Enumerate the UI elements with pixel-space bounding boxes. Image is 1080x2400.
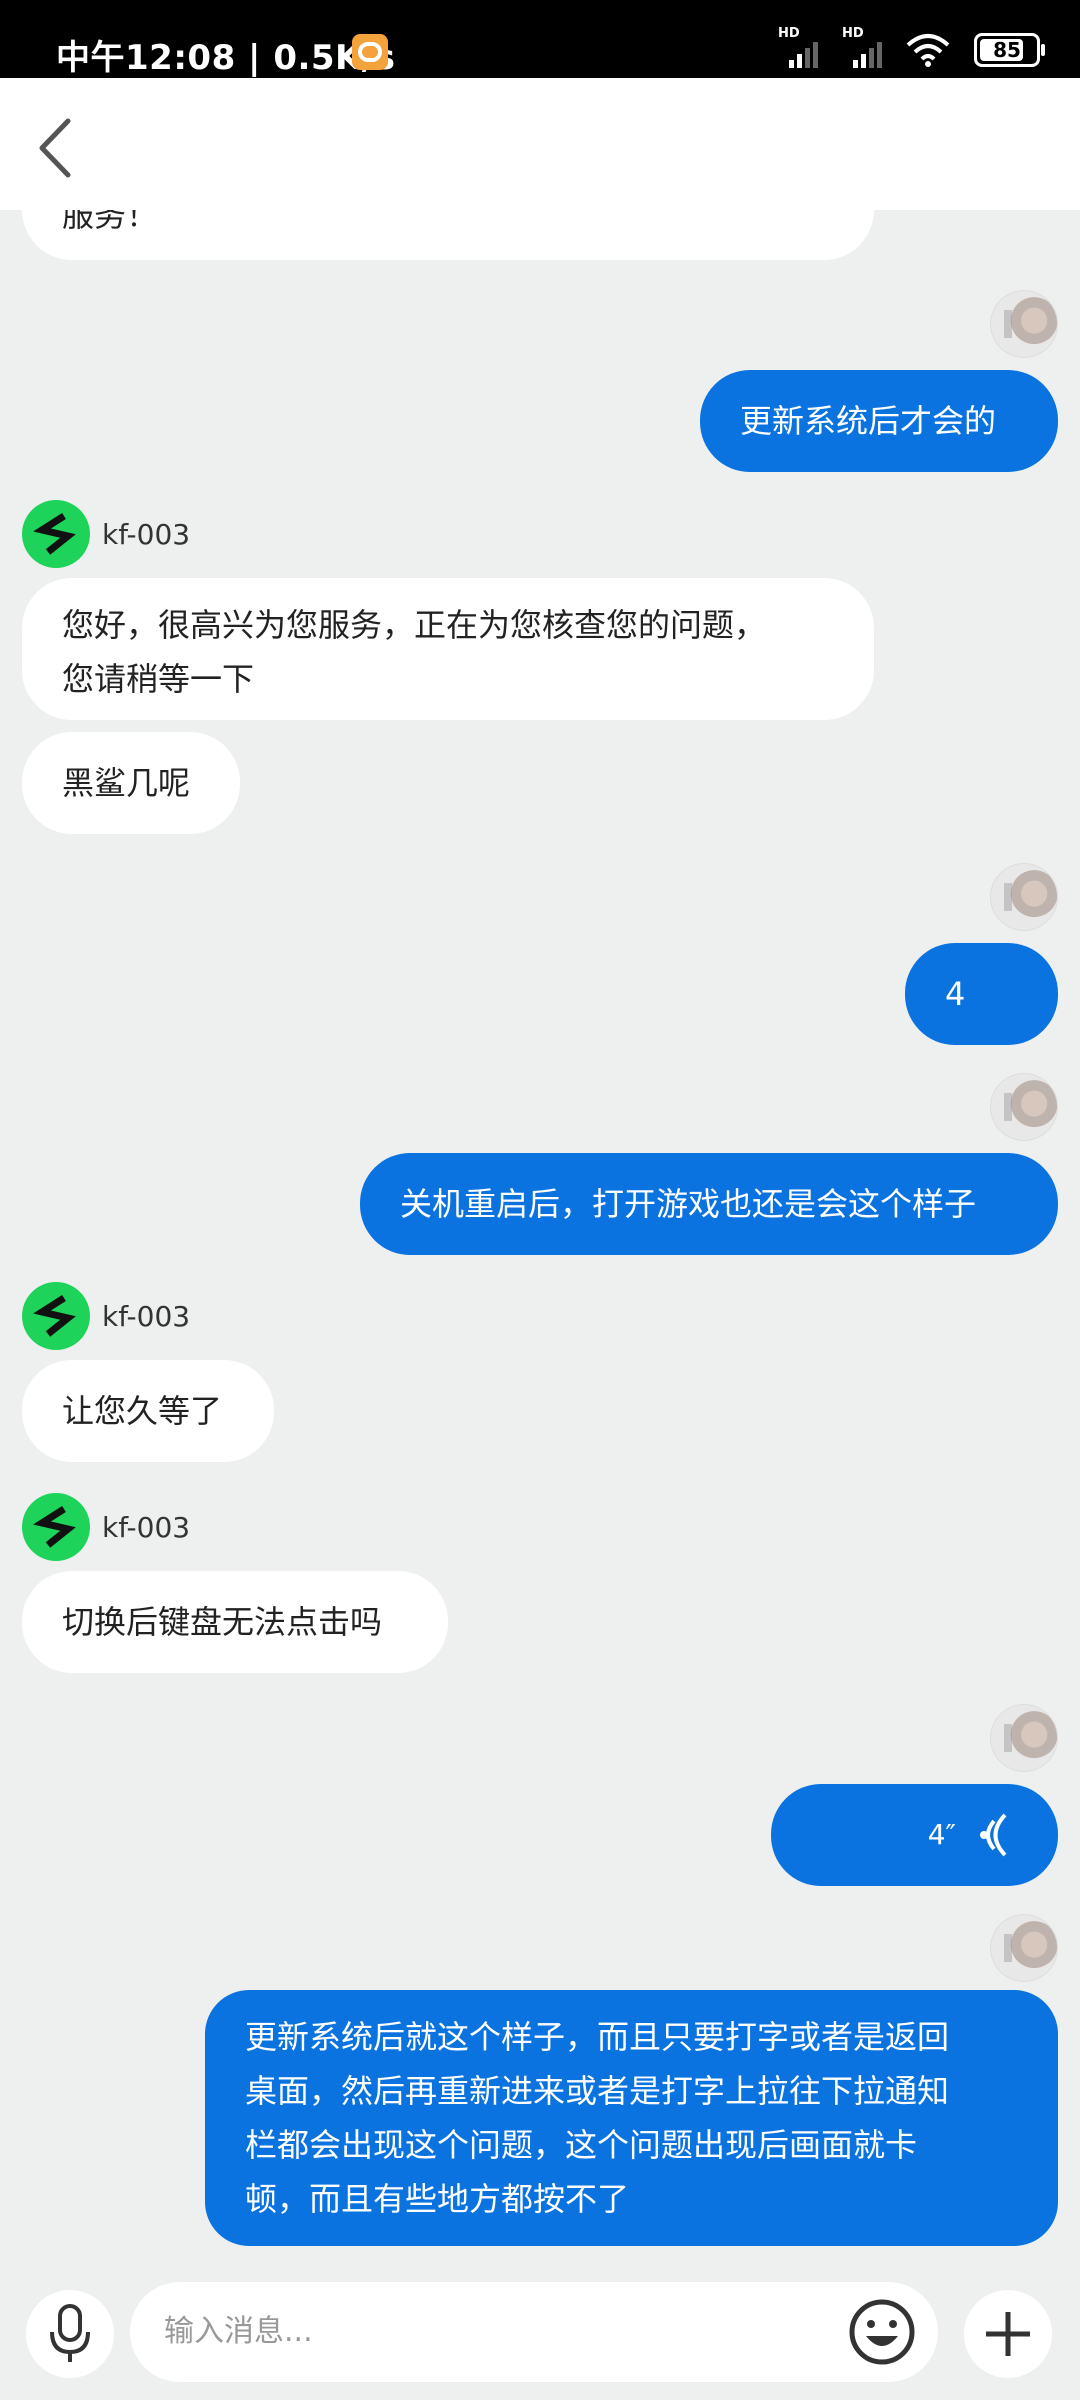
notification-app-icon [352, 34, 388, 70]
message-input[interactable]: 输入消息... [130, 2282, 938, 2382]
message-text: 更新系统后才会的 [740, 402, 997, 440]
message-text: 切换后键盘无法点击吗 [62, 1603, 383, 1641]
user-avatar[interactable] [990, 1073, 1058, 1141]
microphone-icon [50, 2304, 90, 2362]
status-bar: 中午12:08 | 0.5K/s HD HD 85 [0, 0, 1080, 78]
user-avatar[interactable] [990, 1914, 1058, 1982]
user-message: 更新系统后就这个样子，而且只要打字或者是返回 桌面，然后再重新进来或者是打字上拉… [205, 1990, 1058, 2246]
user-avatar[interactable] [990, 290, 1058, 358]
agent-avatar[interactable] [22, 1493, 90, 1561]
emoji-icon[interactable] [844, 2294, 920, 2370]
shark-logo-icon [33, 1295, 76, 1337]
wifi-icon [906, 34, 950, 67]
battery-icon: 85 [974, 33, 1045, 67]
voice-input-button[interactable] [26, 2290, 114, 2378]
voice-wave-icon [980, 1813, 1007, 1857]
message-text: 更新系统后就这个样子，而且只要打字或者是返回 桌面，然后再重新进来或者是打字上拉… [245, 2018, 950, 2218]
user-avatar[interactable] [990, 863, 1058, 931]
agent-avatar[interactable] [22, 1282, 90, 1350]
chat-messages: 服务！ 更新系统后才会的 kf-003 您好，很高兴为您服务，正在为您核查您的问… [0, 210, 1080, 2280]
more-options-button[interactable] [964, 2290, 1052, 2378]
chevron-left-icon[interactable] [30, 113, 80, 183]
agent-name: kf-003 [102, 517, 191, 551]
agent-message: 让您久等了 [22, 1360, 274, 1462]
plus-icon [986, 2312, 1030, 2356]
agent-header: kf-003 [22, 500, 190, 568]
agent-header: kf-003 [22, 1282, 190, 1350]
shark-logo-icon [33, 513, 76, 555]
status-time: 中午12:08 | 0.5K/s [56, 38, 396, 78]
user-message: 4 [905, 943, 1058, 1045]
signal-icon: HD [842, 26, 882, 68]
chat-header [0, 78, 1080, 210]
message-text: 关机重启后，打开游戏也还是会这个样子 [400, 1185, 977, 1223]
user-message: 更新系统后才会的 [700, 370, 1058, 472]
user-message: 关机重启后，打开游戏也还是会这个样子 [360, 1153, 1058, 1255]
input-placeholder: 输入消息... [164, 2314, 313, 2349]
message-text: 您好，很高兴为您服务，正在为您核查您的问题， 您请稍等一下 [62, 606, 767, 698]
agent-message: 切换后键盘无法点击吗 [22, 1571, 448, 1673]
user-avatar[interactable] [990, 1704, 1058, 1772]
agent-name: kf-003 [102, 1299, 191, 1333]
signal-icon: HD [778, 26, 818, 68]
message-text: 服务！ [62, 210, 159, 234]
message-text: 黑鲨几呢 [62, 764, 191, 802]
agent-avatar[interactable] [22, 500, 90, 568]
message-text: 让您久等了 [62, 1392, 223, 1430]
shark-logo-icon [33, 1506, 76, 1548]
voice-message[interactable]: 4″ [771, 1784, 1058, 1886]
message-text: 4 [945, 975, 966, 1013]
agent-header: kf-003 [22, 1493, 190, 1561]
voice-duration: 4″ [927, 1818, 956, 1851]
agent-message: 服务！ [22, 210, 874, 260]
agent-message: 黑鲨几呢 [22, 732, 240, 834]
agent-message: 您好，很高兴为您服务，正在为您核查您的问题， 您请稍等一下 [22, 578, 874, 720]
agent-name: kf-003 [102, 1510, 191, 1544]
